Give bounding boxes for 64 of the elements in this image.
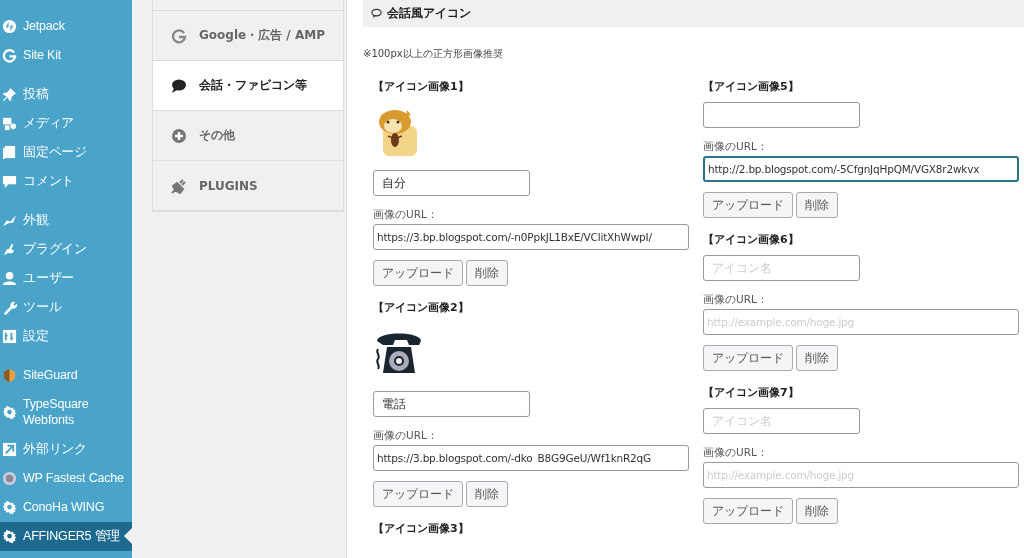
section-title: 会話風アイコン: [387, 5, 471, 22]
field-heading: 【アイコン画像3】: [373, 521, 469, 536]
icon-name-field[interactable]: 自分: [373, 170, 530, 196]
upload-button[interactable]: アップロード: [373, 481, 463, 507]
delete-button[interactable]: 削除: [466, 481, 508, 507]
plug-icon: [171, 177, 187, 194]
upload-button[interactable]: アップロード: [703, 345, 793, 371]
plug-icon: [2, 242, 17, 257]
sidebar-item[interactable]: WP Fastest Cache: [0, 463, 132, 493]
sidebar-item[interactable]: ツール: [0, 293, 132, 322]
delete-button[interactable]: 削除: [466, 260, 508, 286]
sidebar-item[interactable]: AFFINGER5 管理: [0, 521, 132, 551]
sidebar-item[interactable]: TypeSquare Webfonts: [0, 390, 132, 435]
url-label: 画像のURL：: [373, 208, 438, 222]
wrench-icon: [2, 300, 17, 315]
sidebar-item[interactable]: ユーザー: [0, 264, 132, 293]
field-heading: 【アイコン画像2】: [373, 300, 469, 315]
url-field[interactable]: http://2.bp.blogspot.com/-5CfgnJqHpQM/VGX8r2wkvx: [703, 156, 1019, 182]
field-heading: 【アイコン画像5】: [703, 79, 799, 94]
upload-button[interactable]: アップロード: [703, 498, 793, 524]
gear-icon: [2, 528, 17, 544]
hint-text: ※100px以上の正方形画像推奨: [363, 47, 504, 61]
g-letter-icon: [171, 27, 187, 44]
sidebar-item[interactable]: プラグイン: [0, 235, 132, 264]
sidebar-item[interactable]: 外観: [0, 206, 132, 235]
sidebar-item[interactable]: 設定: [0, 322, 132, 351]
speech-bubble-icon: [171, 77, 187, 94]
sidebar-item[interactable]: 投稿: [0, 80, 132, 109]
url-label: 画像のURL：: [703, 140, 768, 154]
field-heading: 【アイコン画像1】: [373, 79, 469, 94]
sidebar-item[interactable]: メディア: [0, 109, 132, 138]
upload-button[interactable]: アップロード: [703, 192, 793, 218]
shield-icon: [2, 368, 17, 383]
delete-button[interactable]: 削除: [796, 498, 838, 524]
user-icon: [2, 271, 17, 286]
delete-button[interactable]: 削除: [796, 192, 838, 218]
icon-name-field[interactable]: 電話: [373, 391, 530, 417]
speech-bubble-icon: [371, 8, 382, 19]
pin-icon: [2, 87, 17, 102]
sidebar-item[interactable]: 固定ページ: [0, 138, 132, 167]
sidebar-item[interactable]: コメント: [0, 167, 132, 196]
field-heading: 【アイコン画像6】: [703, 232, 799, 247]
settings-tab[interactable]: その他: [153, 111, 343, 161]
comment-icon: [2, 174, 17, 189]
settings-tab[interactable]: 会話・ファビコン等: [153, 61, 343, 111]
url-label: 画像のURL：: [703, 293, 768, 307]
sidebar-item[interactable]: Site Kit: [0, 41, 132, 70]
media-icon: [2, 116, 17, 131]
sidebar-item[interactable]: ConoHa WING: [0, 492, 132, 522]
sidebar-item[interactable]: Jetpack: [0, 12, 132, 41]
pages-icon: [2, 145, 17, 160]
field-heading: 【アイコン画像7】: [703, 385, 799, 400]
delete-button[interactable]: 削除: [796, 345, 838, 371]
plus-circle-icon: [171, 127, 187, 144]
url-field[interactable]: https://3.bp.blogspot.com/-dko_B8G9GeU/Wf1knR2qG: [373, 445, 689, 471]
url-label: 画像のURL：: [373, 429, 438, 443]
icon-name-field[interactable]: [703, 102, 860, 128]
upload-button[interactable]: アップロード: [373, 260, 463, 286]
url-field[interactable]: https://3.bp.blogspot.com/-n0PpkJL1BxE/VClitXhWwpI/: [373, 224, 689, 250]
g-letter-icon: [2, 48, 17, 63]
url-label: 画像のURL：: [703, 446, 768, 460]
settings-tab[interactable]: PLUGINS: [153, 161, 343, 211]
sidebar-item[interactable]: SiteGuard: [0, 361, 132, 390]
sidebar-item[interactable]: 外部リンク: [0, 434, 132, 464]
